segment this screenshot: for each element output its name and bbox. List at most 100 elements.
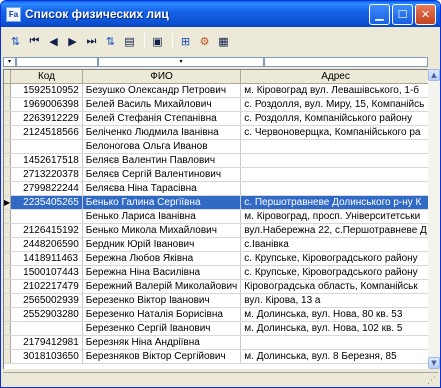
table-row[interactable]: 2713220378 Беляєв Сергій Валентинович	[4, 167, 428, 182]
cell-adres[interactable]: с.Іванівка	[240, 237, 428, 252]
cell-kod[interactable]: 2126415192	[10, 223, 83, 238]
table-row[interactable]: 2799822244 Беляєва Ніна Тарасівна	[4, 181, 428, 196]
row-indicator[interactable]	[4, 279, 12, 294]
cell-adres[interactable]: м. Долинська, вул. Нова, 102 кв. 5	[240, 321, 428, 336]
cell-kod[interactable]	[10, 321, 83, 336]
cell-fio[interactable]: Бережна Любов Яківна	[82, 251, 242, 266]
table-row[interactable]: 1592510952 Безушко Олександр Петрович м. К…	[4, 83, 428, 98]
cell-kod[interactable]: 2235405265	[10, 195, 83, 210]
cell-fio[interactable]: Белей Василь Михайлович	[82, 97, 242, 112]
save-button[interactable]: ▣	[149, 32, 166, 50]
table-row[interactable]: 2102217479 Бережний Валерій Миколайович Кі…	[4, 279, 428, 294]
cell-fio[interactable]: Безушко Олександр Петрович	[82, 83, 242, 98]
cell-adres[interactable]: с. Першотравневе Долинського р-ну К	[240, 195, 428, 210]
row-indicator[interactable]	[4, 125, 12, 140]
cell-adres[interactable]	[240, 153, 428, 168]
table-row[interactable]: 2448206590 Бердник Юрій Іванович с.Іванівк…	[4, 237, 428, 252]
app-icon[interactable]: Fa	[6, 6, 21, 22]
cell-adres[interactable]: с. Крупське, Кіровоградського району	[240, 251, 428, 266]
cell-kod[interactable]: 2448206590	[10, 237, 83, 252]
cell-adres[interactable]: м. Кіровоград, просп. Університетськи	[240, 209, 428, 224]
table-row[interactable]: 2126415192 Бенько Микола Михайлович вул.На…	[4, 223, 428, 238]
cell-kod[interactable]: 1452617518	[10, 153, 83, 168]
cell-fio[interactable]: Белоногова Ольга Иванов	[82, 139, 242, 154]
cell-adres[interactable]: м. Долинська, вул. Нова, 80 кв. 53	[240, 307, 428, 322]
table-row[interactable]: 1500107443 Бережна Ніна Василівна с. Крупс…	[4, 265, 428, 280]
print-button[interactable]: ▦	[215, 32, 232, 50]
cell-adres[interactable]: с. Роздолля, Компанійського району	[240, 111, 428, 126]
cell-kod[interactable]: 2565002939	[10, 293, 83, 308]
table-row[interactable]: 2124518566 Беліченко Людмила Іванівна с. Ч…	[4, 125, 428, 140]
cell-adres[interactable]	[240, 139, 428, 154]
cell-kod[interactable]: 2713220378	[10, 167, 83, 182]
table-row[interactable]: 2552903280 Березенко Наталія Борисівна м. …	[4, 307, 428, 322]
cell-fio[interactable]: Березняк Ніна Андріївна	[82, 335, 242, 350]
cell-fio[interactable]: Березенко Сергій Іванович	[82, 321, 242, 336]
row-indicator[interactable]	[4, 83, 12, 98]
cell-fio[interactable]: Беліченко Людмила Іванівна	[82, 125, 242, 140]
prior-record-button[interactable]: ◀	[45, 32, 62, 50]
row-indicator[interactable]	[4, 265, 12, 280]
cell-kod[interactable]: 2799822244	[10, 181, 83, 196]
settings-button[interactable]: ⚙	[196, 32, 213, 50]
title-bar[interactable]: Fa Список физических лиц ▁ ☐ ✕	[1, 1, 440, 27]
row-indicator[interactable]	[4, 321, 12, 336]
close-button[interactable]: ✕	[415, 3, 436, 25]
table-row[interactable]: 1969006398 Белей Василь Михайлович с. Розд…	[4, 97, 428, 112]
row-indicator[interactable]	[4, 251, 12, 266]
cell-adres[interactable]: Кіровоградська область, Компанійськ	[240, 279, 428, 294]
cell-adres[interactable]	[240, 167, 428, 182]
cell-adres[interactable]: м. Кіровоград вул. Левашівського, 1-б	[240, 83, 428, 98]
vertical-scrollbar[interactable]: ▲ ▼	[428, 69, 440, 369]
first-record-button[interactable]: ⏮	[26, 32, 43, 50]
row-indicator[interactable]	[4, 335, 12, 350]
filter-fio-field[interactable]: ▾	[98, 56, 264, 67]
cell-fio[interactable]: Бенько Галина Сергіївна	[82, 195, 242, 210]
scroll-up-button[interactable]: ▲	[428, 69, 440, 81]
row-indicator[interactable]	[4, 139, 12, 154]
cell-fio[interactable]: Бережний Валерій Миколайович	[82, 279, 242, 294]
row-indicator[interactable]	[4, 97, 12, 112]
table-row[interactable]: 2263912229 Белей Стефанія Степанівна с. Ро…	[4, 111, 428, 126]
table-row[interactable]: Бенько Лариса Іванівна м. Кіровоград, про…	[4, 209, 428, 224]
column-header-adres[interactable]: Адрес	[240, 70, 428, 84]
table-row[interactable]: ▶ 2235405265 Бенько Галина Сергіївна с. Пер…	[4, 195, 428, 210]
table-row[interactable]: Белоногова Ольга Иванов	[4, 139, 428, 154]
cell-fio[interactable]: Бенько Микола Михайлович	[82, 223, 242, 238]
minimize-button[interactable]: ▁	[369, 3, 390, 25]
cell-adres[interactable]	[240, 335, 428, 350]
cell-fio[interactable]: Бердник Юрій Іванович	[82, 237, 242, 252]
cell-kod[interactable]	[10, 139, 83, 154]
cell-kod[interactable]: 2179412981	[10, 335, 83, 350]
edit-grid-button[interactable]: ⊞	[177, 32, 194, 50]
cell-kod[interactable]: 1418911463	[10, 251, 83, 266]
filter-indicator-dropdown[interactable]: ▾	[3, 56, 16, 67]
cell-kod[interactable]: 2102217479	[10, 279, 83, 294]
cell-kod[interactable]: 2552903280	[10, 307, 83, 322]
export-button[interactable]: ▤	[121, 32, 138, 50]
cell-adres[interactable]: с. Крупське, Кіровоградського району	[240, 265, 428, 280]
cell-kod[interactable]: 3018103650	[10, 349, 83, 364]
row-indicator[interactable]	[4, 293, 12, 308]
filter-kod-field[interactable]	[16, 56, 98, 67]
cell-adres[interactable]: вул. Кірова, 13 а	[240, 293, 428, 308]
row-indicator[interactable]: ▶	[4, 195, 12, 210]
cell-kod[interactable]: 1969006398	[10, 97, 83, 112]
cell-kod[interactable]: 1500107443	[10, 265, 83, 280]
persons-grid[interactable]: Код ФИО Адрес 1592510952 Безушко Олександ…	[3, 69, 428, 369]
cell-fio[interactable]: Беляєв Сергій Валентинович	[82, 167, 242, 182]
filter-adres-field[interactable]	[264, 56, 428, 67]
cell-fio[interactable]: Бережна Ніна Василівна	[82, 265, 242, 280]
row-indicator[interactable]	[4, 237, 12, 252]
next-record-button[interactable]: ▶	[64, 32, 81, 50]
cell-kod[interactable]	[10, 209, 83, 224]
cell-fio[interactable]: Березняков Віктор Сергійович	[82, 349, 242, 364]
cell-fio[interactable]: Березенко Наталія Борисівна	[82, 307, 242, 322]
column-header-fio[interactable]: ФИО	[82, 70, 242, 84]
table-row[interactable]: 3018103650 Березняков Віктор Сергійович м.…	[4, 349, 428, 364]
cell-kod[interactable]: 1592510952	[10, 83, 83, 98]
column-header-kod[interactable]: Код	[10, 70, 83, 84]
cell-adres[interactable]: м. Долинська, вул. 8 Березня, 85	[240, 349, 428, 364]
cell-fio[interactable]: Березенко Віктор Іванович	[82, 293, 242, 308]
row-indicator[interactable]	[4, 153, 12, 168]
